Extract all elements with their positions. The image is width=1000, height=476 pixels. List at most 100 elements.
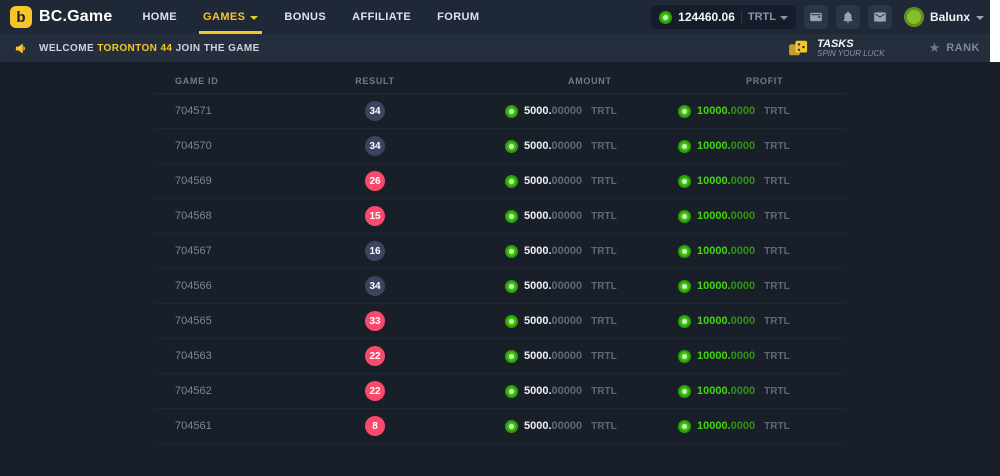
profit-main: 10000. [697, 385, 731, 397]
balance-widget[interactable]: 124460.06 TRTL [651, 5, 796, 29]
table-row[interactable]: 704569 26 5000.00000 TRTL 10000.0000 TRT… [155, 164, 845, 199]
rank-label: RANK [946, 42, 980, 54]
table-row[interactable]: 704571 34 5000.00000 TRTL 10000.0000 TRT… [155, 94, 845, 129]
result-badge: 34 [365, 101, 385, 121]
amount-main: 5000. [524, 105, 552, 117]
coin-icon [505, 315, 518, 328]
notifications-button[interactable] [836, 5, 860, 29]
amount-dec: 00000 [552, 140, 583, 152]
topbar-right: 124460.06 TRTL Balunx [651, 5, 984, 29]
profit-currency: TRTL [764, 281, 790, 292]
user-menu[interactable]: Balunx [904, 7, 984, 27]
game-id: 704561 [175, 420, 212, 432]
amount-main: 5000. [524, 420, 552, 432]
profit-currency: TRTL [764, 176, 790, 187]
tasks-title: TASKS [817, 38, 884, 50]
currency-selector[interactable]: TRTL [748, 11, 788, 23]
main-nav: HOME GAMES BONUS AFFILIATE FORUM [142, 0, 479, 34]
coin-icon [678, 315, 691, 328]
amount-dec: 00000 [552, 350, 583, 362]
profit-main: 10000. [697, 350, 731, 362]
messages-button[interactable] [868, 5, 892, 29]
table-row[interactable]: 704562 22 5000.00000 TRTL 10000.0000 TRT… [155, 374, 845, 409]
amount-dec: 00000 [552, 385, 583, 397]
table-row[interactable]: 704563 22 5000.00000 TRTL 10000.0000 TRT… [155, 339, 845, 374]
result-badge: 16 [365, 241, 385, 261]
table-row[interactable]: 704561 8 5000.00000 TRTL 10000.0000 TRTL [155, 409, 845, 444]
amount-currency: TRTL [591, 106, 617, 117]
dice-icon [788, 39, 810, 57]
coin-icon [505, 245, 518, 258]
profit-value: 10000.0000 [697, 315, 755, 327]
coin-icon [505, 280, 518, 293]
nav-item-home[interactable]: HOME [142, 0, 177, 34]
result-badge: 22 [365, 346, 385, 366]
result-badge: 8 [365, 416, 385, 436]
welcome-suffix: JOIN THE GAME [176, 43, 260, 54]
profit-dec: 0000 [731, 210, 755, 222]
amount-currency: TRTL [591, 386, 617, 397]
nav-affiliate-label: AFFILIATE [352, 11, 411, 23]
nav-item-bonus[interactable]: BONUS [284, 0, 326, 34]
game-id: 704566 [175, 280, 212, 292]
profit-currency: TRTL [764, 211, 790, 222]
nav-item-games[interactable]: GAMES [203, 0, 258, 34]
amount-value: 5000.00000 [524, 105, 582, 117]
tasks-labels: TASKS SPIN YOUR LUCK [817, 38, 884, 59]
table-row[interactable]: 704568 15 5000.00000 TRTL 10000.0000 TRT… [155, 199, 845, 234]
nav-home-label: HOME [142, 11, 177, 23]
megaphone-icon [14, 41, 29, 56]
coin-icon [678, 245, 691, 258]
col-header-amount: AMOUNT [420, 76, 650, 86]
result-badge: 34 [365, 136, 385, 156]
nav-games-label: GAMES [203, 11, 245, 23]
top-navbar: b BC.Game HOME GAMES BONUS AFFILIATE FOR… [0, 0, 1000, 34]
rank-button[interactable]: ★ RANK [929, 40, 980, 56]
table-row[interactable]: 704565 33 5000.00000 TRTL 10000.0000 TRT… [155, 304, 845, 339]
profit-value: 10000.0000 [697, 385, 755, 397]
game-id: 704571 [175, 105, 212, 117]
amount-dec: 00000 [552, 245, 583, 257]
amount-main: 5000. [524, 280, 552, 292]
bets-table: GAME ID RESULT AMOUNT PROFIT 704571 34 5… [155, 68, 845, 444]
coin-icon [678, 350, 691, 363]
profit-value: 10000.0000 [697, 175, 755, 187]
amount-value: 5000.00000 [524, 175, 582, 187]
result-badge: 22 [365, 381, 385, 401]
table-row[interactable]: 704566 34 5000.00000 TRTL 10000.0000 TRT… [155, 269, 845, 304]
welcome-prefix: WELCOME [39, 43, 94, 54]
table-header-row: GAME ID RESULT AMOUNT PROFIT [155, 68, 845, 94]
welcome-text: WELCOME TORONTON 44 JOIN THE GAME [39, 43, 260, 54]
result-badge: 34 [365, 276, 385, 296]
profit-dec: 0000 [731, 175, 755, 187]
wallet-button[interactable] [804, 5, 828, 29]
profit-main: 10000. [697, 175, 731, 187]
profit-currency: TRTL [764, 421, 790, 432]
amount-currency: TRTL [591, 141, 617, 152]
profit-value: 10000.0000 [697, 350, 755, 362]
profit-dec: 0000 [731, 245, 755, 257]
tasks-subtitle: SPIN YOUR LUCK [817, 50, 884, 59]
envelope-icon [873, 10, 887, 24]
profit-value: 10000.0000 [697, 245, 755, 257]
scrollbar[interactable] [990, 0, 1000, 62]
logo[interactable]: b BC.Game [10, 6, 112, 28]
amount-main: 5000. [524, 175, 552, 187]
amount-value: 5000.00000 [524, 420, 582, 432]
tasks-button[interactable]: TASKS SPIN YOUR LUCK [788, 38, 884, 59]
profit-main: 10000. [697, 315, 731, 327]
table-row[interactable]: 704570 34 5000.00000 TRTL 10000.0000 TRT… [155, 129, 845, 164]
coin-icon [505, 385, 518, 398]
profit-dec: 0000 [731, 420, 755, 432]
amount-currency: TRTL [591, 351, 617, 362]
nav-item-affiliate[interactable]: AFFILIATE [352, 0, 411, 34]
nav-item-forum[interactable]: FORUM [437, 0, 479, 34]
profit-value: 10000.0000 [697, 280, 755, 292]
table-row[interactable]: 704567 16 5000.00000 TRTL 10000.0000 TRT… [155, 234, 845, 269]
table-body: 704571 34 5000.00000 TRTL 10000.0000 TRT… [155, 94, 845, 444]
profit-currency: TRTL [764, 386, 790, 397]
game-id: 704565 [175, 315, 212, 327]
amount-currency: TRTL [591, 246, 617, 257]
profit-value: 10000.0000 [697, 140, 755, 152]
profit-currency: TRTL [764, 141, 790, 152]
